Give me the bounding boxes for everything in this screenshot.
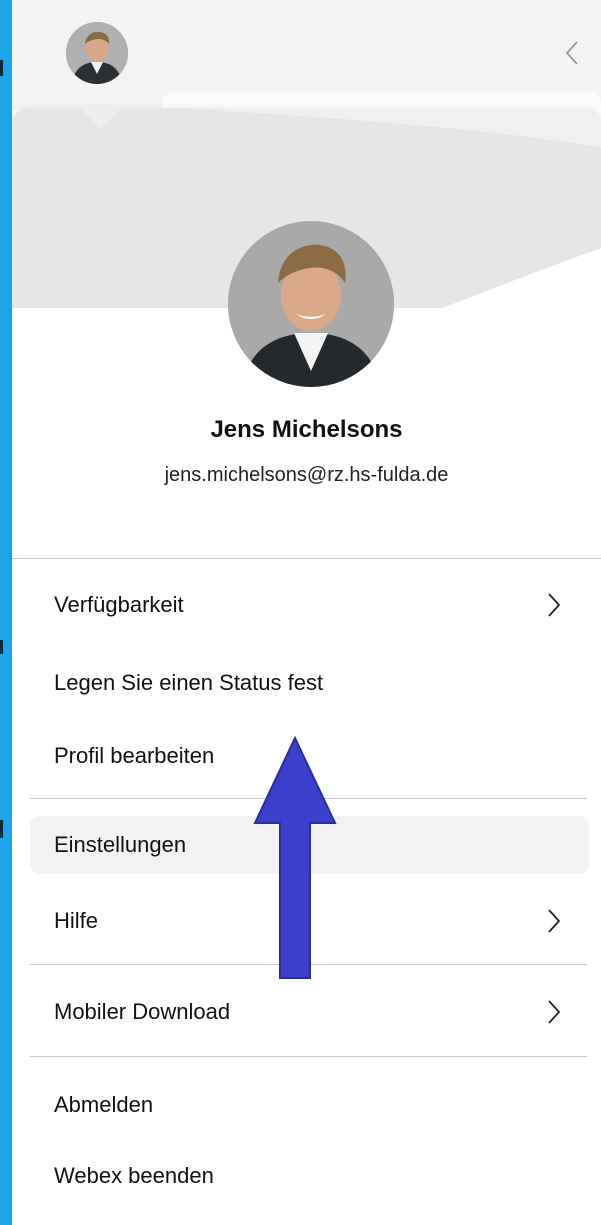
user-email: jens.michelsons@rz.hs-fulda.de — [164, 464, 449, 486]
collapse-sidebar-button[interactable] — [560, 38, 584, 68]
profile-photo — [228, 221, 394, 387]
menu-item-label: Webex beenden — [54, 1163, 214, 1188]
profile-avatar — [228, 221, 394, 387]
menu-item-label: Verfügbarkeit — [54, 592, 184, 617]
menu-item-label: Abmelden — [54, 1092, 154, 1117]
up-arrow-icon — [253, 735, 337, 979]
divider — [30, 1056, 587, 1057]
menu-item-set-status[interactable]: Legen Sie einen Status fest — [30, 654, 589, 712]
menu-item-label: Legen Sie einen Status fest — [54, 670, 324, 695]
menu-item-availability[interactable]: Verfügbarkeit — [30, 576, 589, 634]
avatar-button[interactable] — [66, 22, 128, 84]
chevron-right-icon — [548, 1000, 561, 1024]
divider — [12, 558, 601, 559]
top-bar — [12, 0, 601, 132]
avatar-photo — [66, 22, 128, 84]
profile-menu-popup: Jens Michelsons jens.michelsons@rz.hs-fu… — [12, 108, 601, 1225]
menu-item-quit-webex[interactable]: Webex beenden — [30, 1147, 589, 1205]
menu-item-mobile-download[interactable]: Mobiler Download — [30, 983, 589, 1041]
user-name: Jens Michelsons — [210, 416, 403, 443]
chevron-right-icon — [548, 593, 561, 617]
app-accent-strip — [0, 0, 12, 1225]
menu-item-sign-out[interactable]: Abmelden — [30, 1076, 589, 1134]
chevron-left-icon — [565, 41, 578, 65]
chevron-right-icon — [548, 909, 561, 933]
menu-item-label: Mobiler Download — [54, 999, 231, 1024]
